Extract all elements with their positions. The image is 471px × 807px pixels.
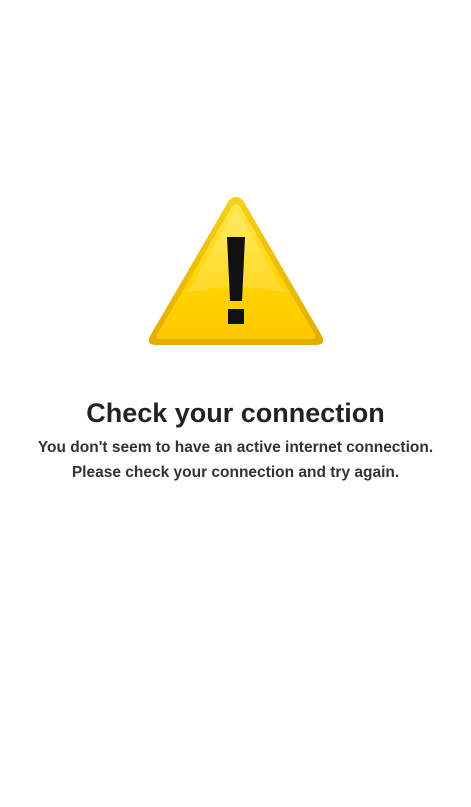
exclamation-mark (227, 237, 245, 301)
connection-error-screen: Check your connection You don't seem to … (0, 0, 471, 807)
warning-triangle-icon (148, 197, 324, 345)
error-title: Check your connection (86, 398, 385, 428)
error-message-line-1: You don't seem to have an active interne… (37, 439, 434, 456)
error-message-line-2: Please check your connection and try aga… (71, 464, 400, 481)
